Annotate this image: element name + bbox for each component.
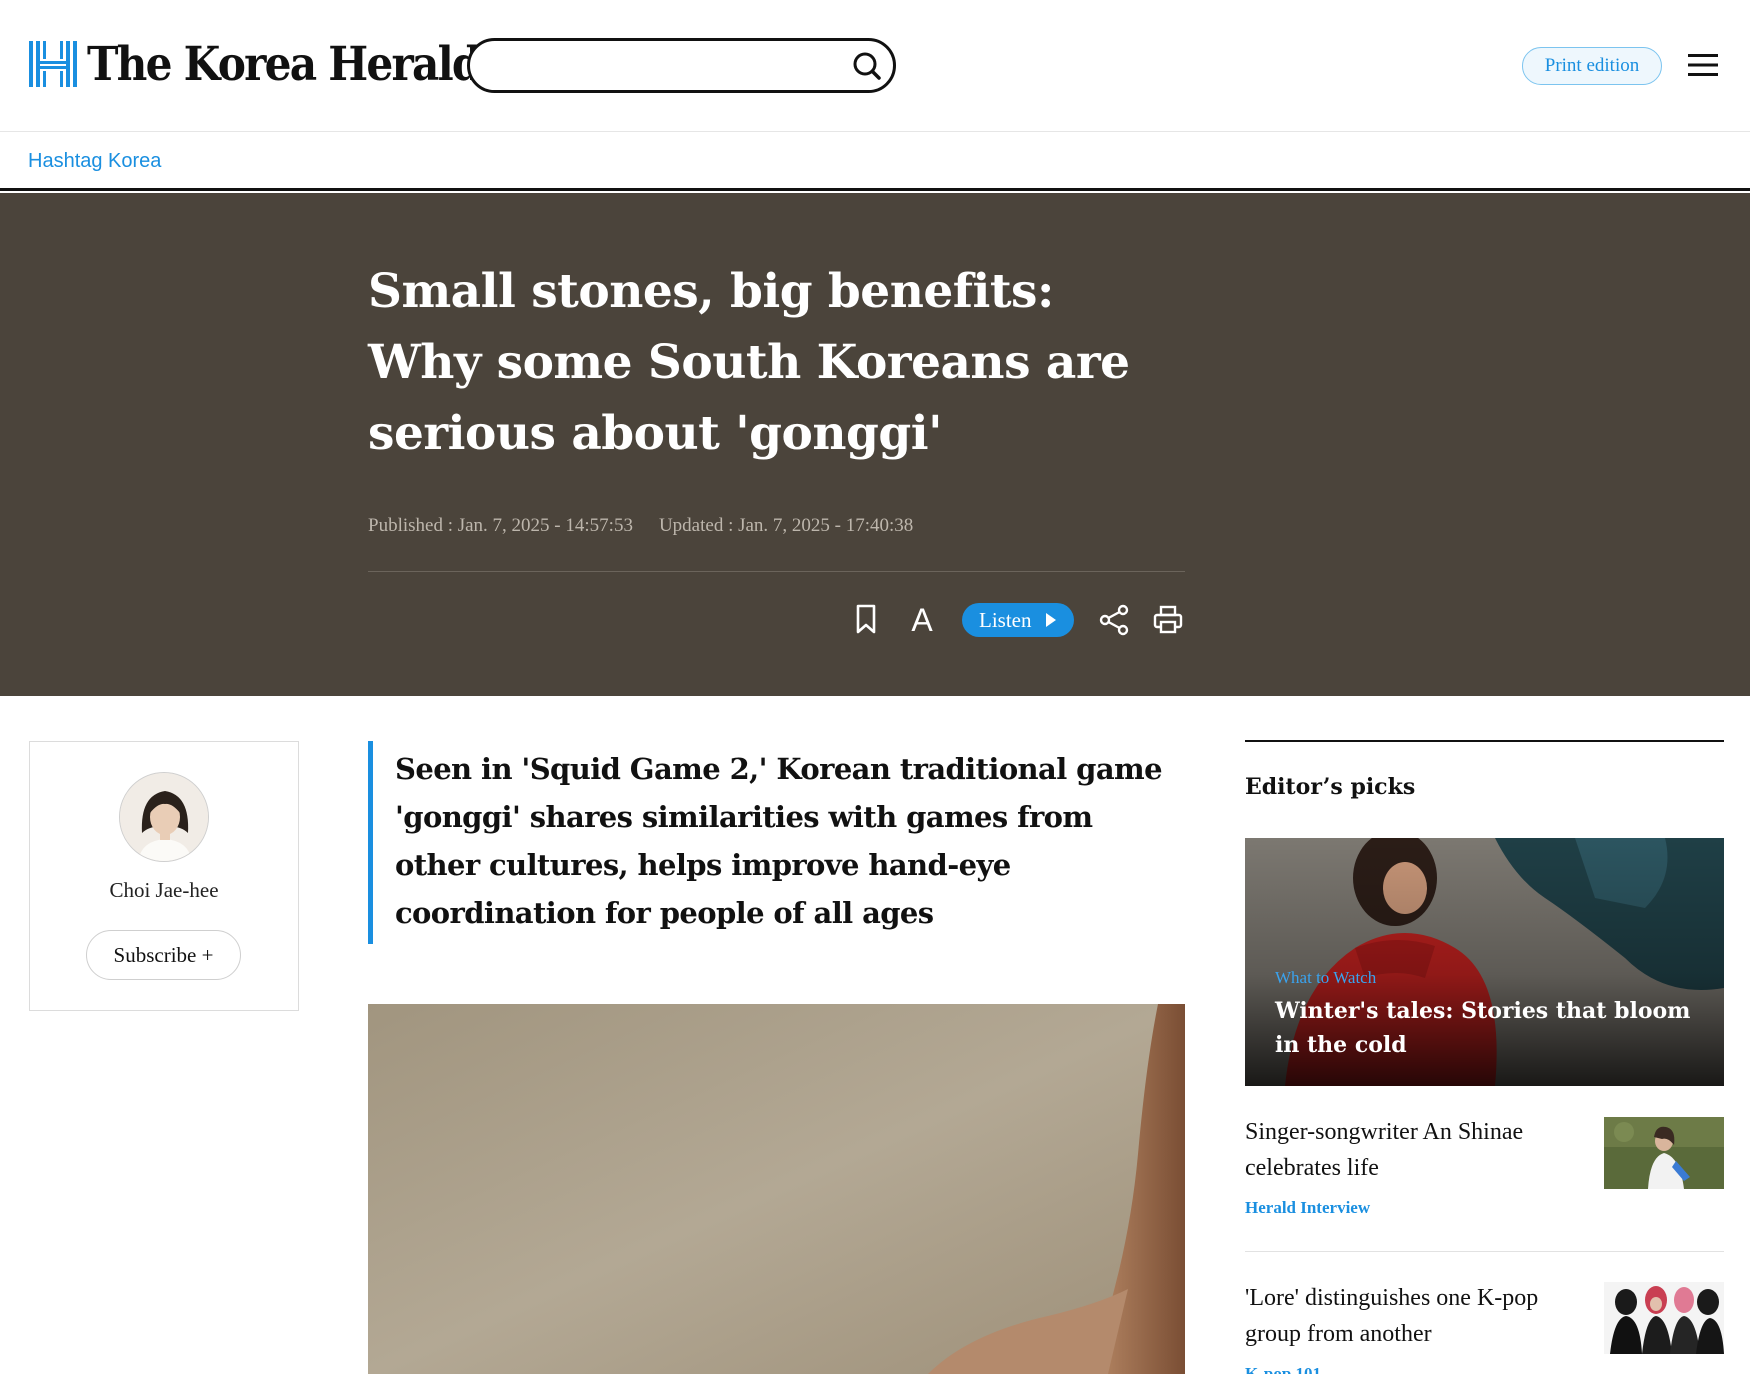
pick-category[interactable]: K-pop 101	[1245, 1364, 1321, 1374]
article-main-image[interactable]	[368, 1004, 1185, 1374]
listen-label: Listen	[979, 608, 1032, 632]
sidebar-rule	[1245, 740, 1724, 742]
print-edition-button[interactable]: Print edition	[1522, 47, 1662, 85]
featured-pick-title[interactable]: Winter's tales: Stories that bloom in th…	[1275, 994, 1695, 1062]
search-input[interactable]	[492, 51, 832, 81]
section-bar: Hashtag Korea	[0, 133, 1750, 191]
search-icon[interactable]	[851, 50, 883, 82]
author-name[interactable]: Choi Jae-hee	[30, 878, 298, 903]
pick-thumbnail[interactable]	[1604, 1282, 1724, 1354]
published-date: Published : Jan. 7, 2025 - 14:57:53	[368, 515, 633, 536]
bookmark-icon[interactable]	[850, 603, 882, 635]
site-logo[interactable]: The Korea Herald	[29, 38, 523, 90]
author-avatar[interactable]	[119, 772, 209, 862]
pick-title[interactable]: 'Lore' distinguishes one K-pop group fro…	[1245, 1280, 1575, 1352]
article-dates: Published : Jan. 7, 2025 - 14:57:53 Updat…	[368, 515, 913, 537]
font-size-icon[interactable]: A	[906, 603, 938, 635]
subscribe-button[interactable]: Subscribe +	[86, 930, 241, 980]
pick-thumbnail[interactable]	[1604, 1117, 1724, 1189]
pick-category[interactable]: Herald Interview	[1245, 1198, 1370, 1218]
pick-thumbnail-image	[1604, 1282, 1724, 1354]
author-photo	[120, 773, 208, 861]
pick-thumbnail-image	[1604, 1117, 1724, 1189]
article-summary: Seen in 'Squid Game 2,' Korean tradition…	[368, 741, 1185, 944]
article-hero: Small stones, big benefits: Why some Sou…	[0, 193, 1750, 696]
play-icon	[1046, 613, 1056, 627]
logo-wordmark: The Korea Herald	[87, 36, 481, 92]
listen-button[interactable]: Listen	[962, 603, 1074, 637]
site-header: The Korea Herald Print edition	[0, 0, 1750, 132]
font-size-glyph: A	[911, 603, 933, 635]
editors-pick-item[interactable]: Singer-songwriter An Shinae celebrates l…	[1245, 1114, 1724, 1234]
hero-divider	[368, 571, 1185, 572]
article-headline: Small stones, big benefits: Why some Sou…	[368, 264, 1130, 461]
hamburger-menu-icon[interactable]	[1688, 53, 1718, 77]
editors-picks-title: Editor’s picks	[1245, 774, 1416, 800]
author-card: Choi Jae-hee Subscribe +	[29, 741, 299, 1011]
print-icon[interactable]	[1152, 604, 1184, 636]
pick-title[interactable]: Singer-songwriter An Shinae celebrates l…	[1245, 1114, 1575, 1186]
sidebar-divider	[1245, 1251, 1724, 1252]
herald-logo-icon	[29, 41, 77, 87]
featured-pick-card[interactable]: What to Watch Winter's tales: Stories th…	[1245, 838, 1724, 1086]
editors-pick-item[interactable]: 'Lore' distinguishes one K-pop group fro…	[1245, 1280, 1724, 1374]
section-link-hashtag-korea[interactable]: Hashtag Korea	[28, 150, 161, 173]
article-photo	[368, 1004, 1185, 1374]
summary-text: Seen in 'Squid Game 2,' Korean tradition…	[395, 752, 1163, 930]
search-box	[467, 38, 896, 93]
share-icon[interactable]	[1098, 604, 1130, 636]
updated-date: Updated : Jan. 7, 2025 - 17:40:38	[658, 515, 914, 536]
featured-pick-category[interactable]: What to Watch	[1275, 968, 1376, 988]
